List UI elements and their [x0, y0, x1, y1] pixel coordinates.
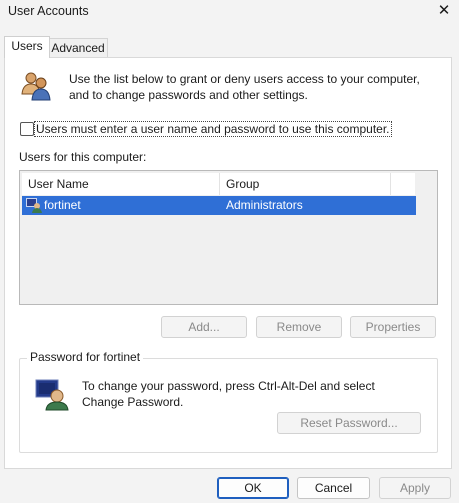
column-divider[interactable] [390, 173, 391, 195]
remove-user-button[interactable]: Remove [256, 316, 342, 338]
require-login-checkbox[interactable] [20, 122, 34, 136]
password-instructions: To change your password, press Ctrl-Alt-… [82, 379, 375, 409]
row-user-name: fortinet [44, 198, 81, 212]
window-title: User Accounts [8, 4, 89, 18]
users-list-label: Users for this computer: [19, 150, 147, 164]
ok-button[interactable]: OK [217, 477, 289, 499]
reset-password-button[interactable]: Reset Password... [277, 412, 421, 434]
user-icon [26, 198, 42, 213]
row-group: Administrators [226, 198, 303, 212]
properties-button[interactable]: Properties [350, 316, 436, 338]
apply-button[interactable]: Apply [379, 477, 451, 499]
password-user-icon [35, 379, 69, 411]
list-header: User Name Group [22, 173, 415, 195]
tab-users[interactable]: Users [4, 36, 50, 58]
tab-advanced[interactable]: Advanced [48, 38, 108, 57]
add-user-button[interactable]: Add... [161, 316, 247, 338]
table-row[interactable]: fortinet Administrators [22, 196, 416, 215]
users-icon [20, 70, 54, 102]
require-login-label[interactable]: Users must enter a user name and passwor… [34, 121, 392, 137]
password-group-title: Password for fortinet [27, 350, 144, 364]
cancel-button[interactable]: Cancel [297, 477, 370, 499]
column-header-user-name[interactable]: User Name [22, 173, 219, 195]
intro-text: Use the list below to grant or deny user… [69, 72, 420, 102]
close-icon[interactable]: ✕ [436, 3, 452, 19]
column-header-group[interactable]: Group [220, 173, 390, 195]
